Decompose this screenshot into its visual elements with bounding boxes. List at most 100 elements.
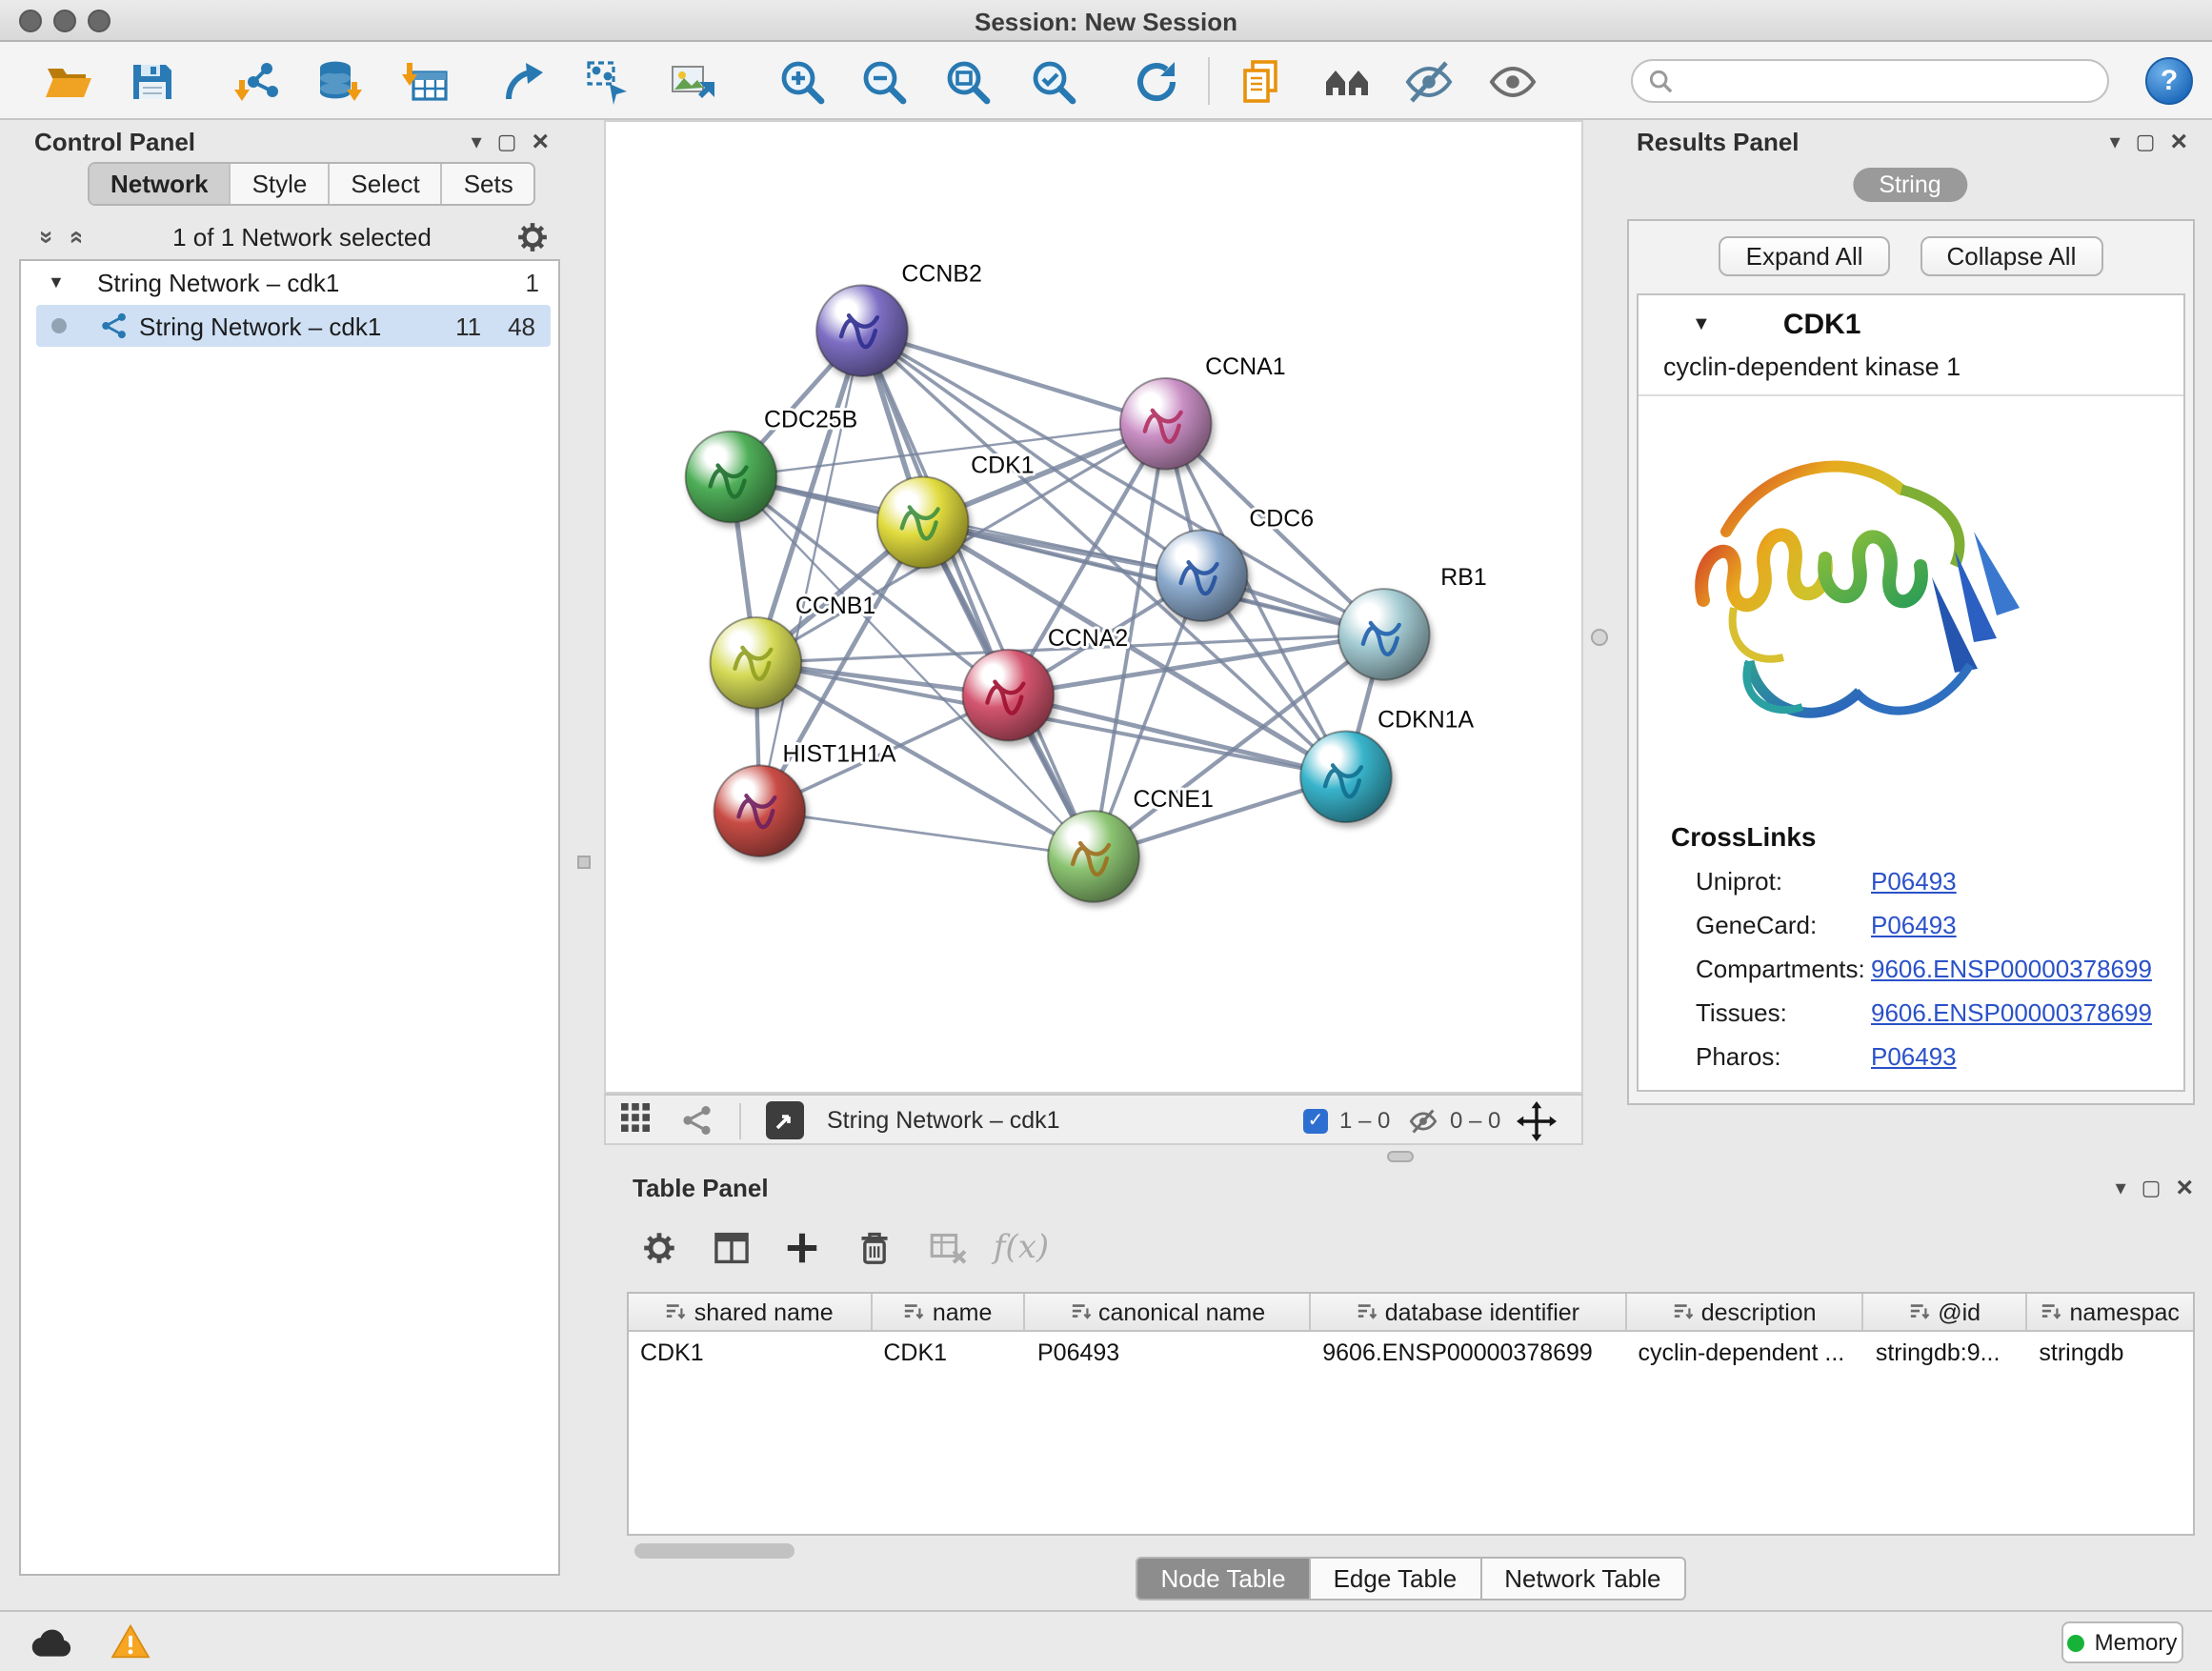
- hide-selected-icon[interactable]: [1402, 55, 1454, 107]
- close-table-panel-icon[interactable]: ×: [2176, 1175, 2193, 1201]
- network-row[interactable]: String Network – cdk1 11 48: [36, 305, 551, 347]
- network-edge-CCNB2-HIST1H1A[interactable]: [759, 331, 862, 811]
- refresh-layout-icon[interactable]: [1130, 55, 1181, 107]
- table-row[interactable]: CDK1 CDK1 P06493 9606.ENSP00000378699 cy…: [629, 1332, 2193, 1372]
- column-header[interactable]: name: [872, 1294, 1026, 1330]
- import-network-from-file-icon[interactable]: [232, 55, 284, 107]
- bottom-splitter-handle[interactable]: [1387, 1151, 1414, 1162]
- table-options-gear-icon[interactable]: [634, 1223, 684, 1273]
- zoom-out-icon[interactable]: [857, 55, 909, 107]
- tab-sets[interactable]: Sets: [443, 164, 534, 204]
- home-overview-icon[interactable]: [1320, 55, 1372, 107]
- close-panel-icon[interactable]: ×: [532, 129, 549, 155]
- network-node-CDK1[interactable]: [877, 477, 969, 569]
- protein-structure-image: [1669, 417, 2035, 779]
- network-node-CDKN1A[interactable]: [1300, 731, 1392, 822]
- network-edge-CCNE1-HIST1H1A[interactable]: [759, 811, 1094, 856]
- collapse-results-icon[interactable]: ▾: [2110, 129, 2121, 155]
- expand-tree-icon[interactable]: »: [33, 223, 62, 250]
- node-label-CDK1: CDK1: [971, 453, 1034, 479]
- tab-edge-table[interactable]: Edge Table: [1311, 1557, 1482, 1601]
- cloud-status-icon[interactable]: [27, 1627, 76, 1669]
- crosslink-link[interactable]: P06493: [1871, 911, 1957, 939]
- network-node-CDC25B[interactable]: [686, 432, 777, 523]
- network-node-CCNA1[interactable]: [1120, 378, 1212, 470]
- gene-entry-cdk1: ▼ CDK1 cyclin-dependent kinase 1: [1637, 293, 2185, 1092]
- network-node-CCNA2[interactable]: [963, 650, 1055, 741]
- float-results-icon[interactable]: ▢: [2136, 129, 2156, 155]
- close-results-icon[interactable]: ×: [2170, 129, 2187, 155]
- selected-count-checkbox[interactable]: ✓: [1303, 1109, 1328, 1134]
- zoom-selected-icon[interactable]: [1027, 55, 1078, 107]
- network-node-CCNB2[interactable]: [816, 285, 908, 376]
- crosslink-link[interactable]: P06493: [1871, 867, 1957, 896]
- network-node-CCNE1[interactable]: [1048, 811, 1139, 902]
- node-label-CCNB2: CCNB2: [901, 260, 981, 287]
- network-canvas[interactable]: CCNB2CCNA1CDC25BCDK1CDC6RB1CCNB1CCNA2CDK…: [606, 122, 1581, 1092]
- collapse-panel-icon[interactable]: ▾: [472, 129, 482, 155]
- float-table-panel-icon[interactable]: ▢: [2142, 1175, 2162, 1201]
- fit-content-crosshair-icon[interactable]: [1517, 1101, 1557, 1151]
- network-edge-CCNB2-CCNE1[interactable]: [862, 331, 1094, 856]
- add-column-icon[interactable]: [777, 1223, 827, 1273]
- left-splitter-handle[interactable]: [577, 856, 591, 869]
- grid-view-icon[interactable]: [621, 1103, 650, 1141]
- column-header[interactable]: database identifier: [1311, 1294, 1626, 1330]
- collapse-all-button[interactable]: Collapse All: [1920, 236, 2103, 276]
- column-header[interactable]: namespac: [2027, 1294, 2193, 1330]
- entry-expander-icon[interactable]: ▼: [1692, 313, 1711, 334]
- expand-all-button[interactable]: Expand All: [1719, 236, 1890, 276]
- collapse-table-panel-icon[interactable]: ▾: [2116, 1175, 2126, 1201]
- annotations-icon[interactable]: [1235, 55, 1286, 107]
- import-network-from-database-icon[interactable]: [312, 55, 364, 107]
- function-builder-icon-disabled: f(x): [996, 1223, 1046, 1273]
- node-count: 11: [455, 312, 481, 340]
- tab-select[interactable]: Select: [330, 164, 442, 204]
- search-input[interactable]: [1682, 68, 2092, 94]
- column-header[interactable]: canonical name: [1026, 1294, 1311, 1330]
- network-neighbors-icon[interactable]: [499, 55, 551, 107]
- network-node-CDC6[interactable]: [1156, 530, 1248, 621]
- show-all-eye-icon[interactable]: [1486, 55, 1538, 107]
- zoom-fit-icon[interactable]: [941, 55, 993, 107]
- tab-style[interactable]: Style: [231, 164, 331, 204]
- column-header[interactable]: @id: [1864, 1294, 2028, 1330]
- birds-eye-view-icon[interactable]: [766, 1101, 804, 1139]
- memory-button[interactable]: Memory: [2061, 1621, 2183, 1663]
- delete-column-trash-icon[interactable]: [850, 1223, 899, 1273]
- open-session-icon[interactable]: [42, 55, 93, 107]
- right-splitter-handle[interactable]: [1591, 629, 1608, 646]
- network-node-RB1[interactable]: [1338, 589, 1430, 680]
- crosslink-link[interactable]: P06493: [1871, 1042, 1957, 1071]
- network-node-HIST1H1A[interactable]: [714, 765, 806, 856]
- tab-node-table[interactable]: Node Table: [1136, 1557, 1310, 1601]
- collapse-tree-icon[interactable]: »: [60, 223, 89, 250]
- hidden-eye-slash-icon[interactable]: [1408, 1107, 1438, 1145]
- crosslink-link[interactable]: 9606.ENSP00000378699: [1871, 955, 2152, 983]
- new-network-from-selection-icon[interactable]: [581, 55, 633, 107]
- collection-label: String Network – cdk1: [97, 268, 339, 296]
- tab-network-table[interactable]: Network Table: [1481, 1557, 1685, 1601]
- string-tab-badge[interactable]: String: [1852, 168, 1967, 202]
- column-header[interactable]: description: [1626, 1294, 1863, 1330]
- column-header[interactable]: shared name: [629, 1294, 872, 1330]
- show-columns-icon[interactable]: [707, 1223, 756, 1273]
- network-options-gear-icon[interactable]: [516, 220, 549, 252]
- network-collection-row[interactable]: ▼ String Network – cdk1 1: [21, 261, 558, 303]
- float-panel-icon[interactable]: ▢: [497, 129, 517, 155]
- help-icon[interactable]: ?: [2145, 57, 2193, 105]
- export-image-icon[interactable]: [665, 55, 716, 107]
- network-node-CCNB1[interactable]: [711, 617, 802, 709]
- network-share-icon[interactable]: [682, 1105, 713, 1145]
- crosslink-link[interactable]: 9606.ENSP00000378699: [1871, 998, 2152, 1027]
- import-table-from-file-icon[interactable]: [400, 55, 452, 107]
- gene-description: cyclin-dependent kinase 1: [1639, 352, 2183, 396]
- save-session-icon[interactable]: [126, 55, 177, 107]
- expander-icon[interactable]: ▼: [48, 272, 70, 292]
- toolbar-separator: [1208, 57, 1210, 105]
- zoom-in-icon[interactable]: [775, 55, 827, 107]
- warning-icon[interactable]: [111, 1623, 151, 1669]
- network-edge-CCNB2-CCNA1[interactable]: [862, 331, 1166, 424]
- tab-network[interactable]: Network: [90, 164, 231, 204]
- selected-counts: 1 – 0: [1339, 1107, 1390, 1134]
